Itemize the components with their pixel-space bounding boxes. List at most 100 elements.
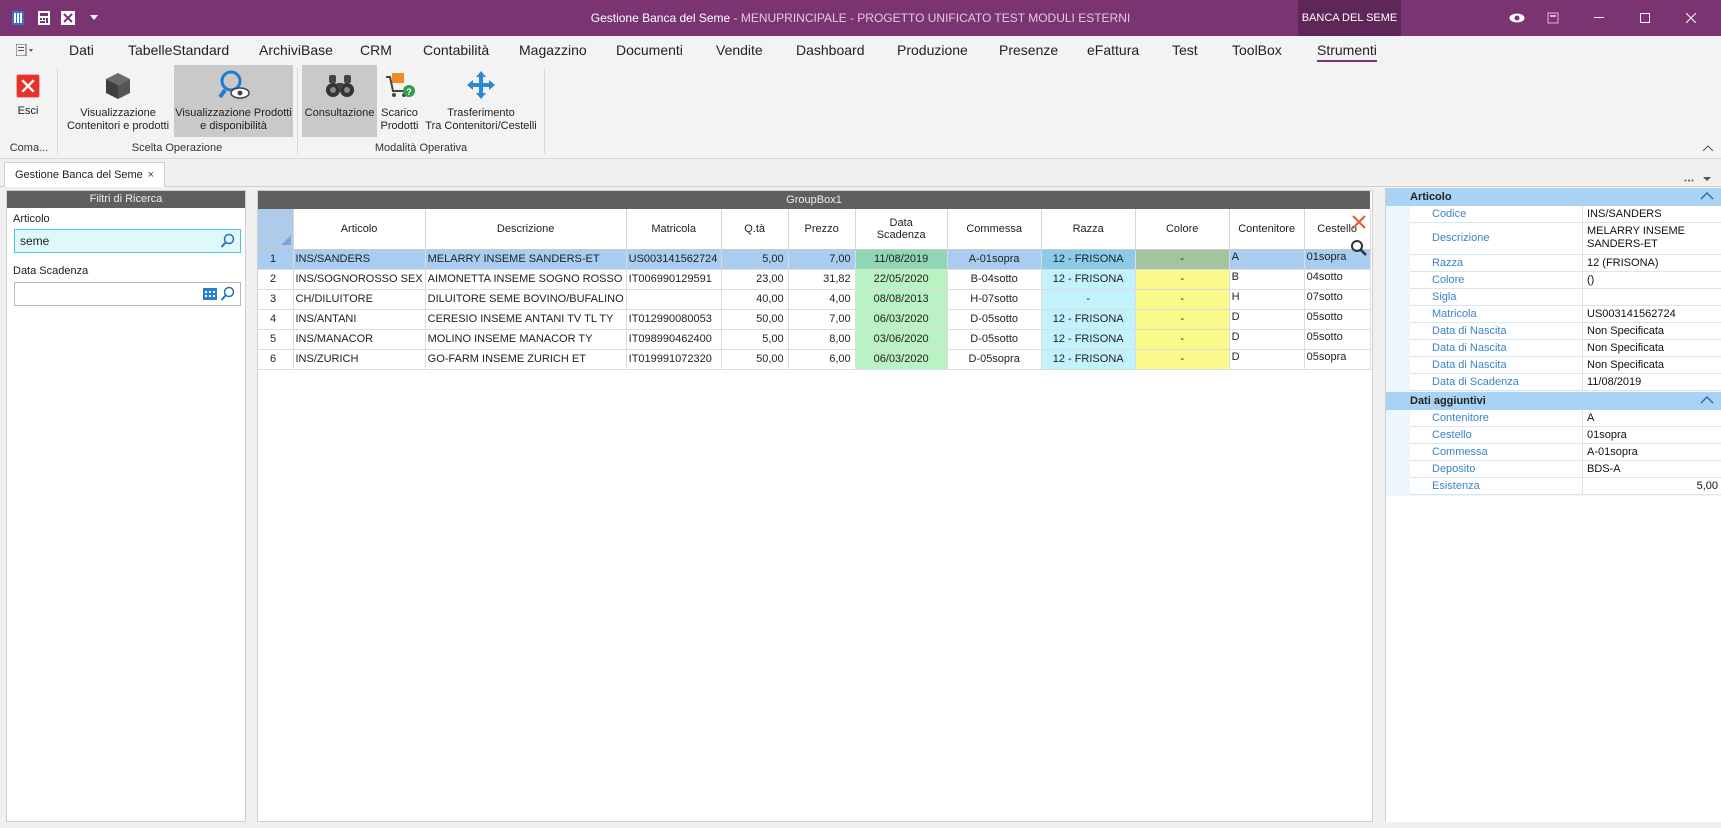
more-options-icon[interactable] (1684, 171, 1694, 185)
cell-contenitore[interactable]: B (1229, 269, 1305, 290)
property-value[interactable]: BDS-A (1584, 461, 1721, 477)
table-row[interactable]: 5 INS/MANACOR MOLINO INSEME MANACOR TY I… (258, 329, 1371, 350)
esci-button[interactable]: Esci (8, 65, 48, 137)
property-row[interactable]: Data di Nascita Non Specificata (1410, 340, 1721, 357)
cell-razza[interactable]: - (1041, 289, 1136, 310)
property-value[interactable]: Non Specificata (1584, 340, 1721, 356)
cell-prezzo[interactable]: 8,00 (788, 329, 856, 350)
cell-articolo[interactable]: INS/SOGNOROSSO SEX (293, 269, 426, 290)
menu-contabilita[interactable]: Contabilità (423, 42, 489, 58)
menu-tabellestandard[interactable]: TabelleStandard (128, 42, 229, 58)
property-value[interactable]: A (1584, 410, 1721, 426)
cell-articolo[interactable]: INS/ANTANI (293, 309, 426, 330)
property-row[interactable]: Data di Scadenza 11/08/2019 (1410, 374, 1721, 391)
menu-strumenti[interactable]: Strumenti (1317, 42, 1377, 62)
chevron-up-icon[interactable] (1700, 394, 1714, 406)
close-icon[interactable] (1668, 0, 1714, 36)
property-value[interactable]: 01sopra (1584, 427, 1721, 443)
menu-produzione[interactable]: Produzione (897, 42, 968, 58)
cell-razza[interactable]: 12 - FRISONA (1041, 329, 1136, 350)
col-header-qta[interactable]: Q.tà (721, 209, 789, 250)
tab-close-icon[interactable]: × (148, 169, 154, 181)
menu-dati[interactable]: Dati (69, 42, 94, 58)
data-scadenza-input[interactable] (14, 282, 241, 306)
category-articolo[interactable]: Articolo (1386, 188, 1721, 206)
search-icon[interactable] (220, 286, 236, 302)
cell-colore[interactable]: - (1135, 309, 1230, 330)
property-row[interactable]: Sigla (1410, 289, 1721, 306)
property-value[interactable]: Non Specificata (1584, 323, 1721, 339)
cell-prezzo[interactable]: 7,00 (788, 309, 856, 330)
property-row[interactable]: Deposito BDS-A (1410, 461, 1721, 478)
cell-qta[interactable]: 40,00 (721, 289, 789, 310)
table-row[interactable]: 3 CH/DILUITORE DILUITORE SEME BOVINO/BUF… (258, 289, 1371, 310)
cell-prezzo[interactable]: 6,00 (788, 349, 856, 370)
cell-prezzo[interactable]: 7,00 (788, 249, 856, 270)
cell-contenitore[interactable]: D (1229, 349, 1305, 370)
cell-articolo[interactable]: INS/MANACOR (293, 329, 426, 350)
select-all-corner[interactable] (258, 209, 294, 250)
property-row[interactable]: Esistenza 5,00 (1410, 478, 1721, 495)
col-header-contenitore[interactable]: Contenitore (1229, 209, 1305, 250)
cell-qta[interactable]: 50,00 (721, 309, 789, 330)
cell-matricola[interactable]: IT012990080053 (626, 309, 722, 330)
trasferimento-button[interactable]: Trasferimento Tra Contenitori/Cestelli (424, 65, 538, 137)
property-row[interactable]: Cestello 01sopra (1410, 427, 1721, 444)
cell-commessa[interactable]: B-04sotto (947, 269, 1042, 290)
category-dati-aggiuntivi[interactable]: Dati aggiuntivi (1386, 392, 1721, 410)
property-value[interactable]: 12 (FRISONA) (1584, 255, 1721, 271)
menu-presenze[interactable]: Presenze (999, 42, 1058, 58)
property-value[interactable]: 5,00 (1584, 478, 1721, 494)
cell-descrizione[interactable]: CERESIO INSEME ANTANI TV TL TY (425, 309, 627, 330)
property-row[interactable]: Data di Nascita Non Specificata (1410, 357, 1721, 374)
cell-matricola[interactable] (626, 289, 722, 310)
menu-vendite[interactable]: Vendite (716, 42, 763, 58)
cell-colore[interactable]: - (1135, 249, 1230, 270)
menu-test[interactable]: Test (1172, 42, 1198, 58)
property-value[interactable]: Non Specificata (1584, 357, 1721, 373)
cell-razza[interactable]: 12 - FRISONA (1041, 269, 1136, 290)
property-value[interactable]: 11/08/2019 (1584, 374, 1721, 390)
cell-descrizione[interactable]: MELARRY INSEME SANDERS-ET (425, 249, 627, 270)
property-value[interactable]: US003141562724 (1584, 306, 1721, 322)
cell-razza[interactable]: 12 - FRISONA (1041, 309, 1136, 330)
cell-contenitore[interactable]: A (1229, 249, 1305, 270)
cell-razza[interactable]: 12 - FRISONA (1041, 249, 1136, 270)
cell-descrizione[interactable]: DILUITORE SEME BOVINO/BUFALINO (425, 289, 627, 310)
cell-scadenza[interactable]: 06/03/2020 (855, 309, 948, 330)
visualizzazione-prodotti-button[interactable]: Visualizzazione Prodotti e disponibilità (174, 65, 293, 137)
search-icon[interactable] (220, 233, 236, 249)
cell-contenitore[interactable]: D (1229, 309, 1305, 330)
property-row[interactable]: Razza 12 (FRISONA) (1410, 255, 1721, 272)
col-header-scadenza[interactable]: Data Scadenza (855, 209, 948, 250)
cell-articolo[interactable]: CH/DILUITORE (293, 289, 426, 310)
property-value[interactable]: MELARRY INSEME SANDERS-ET (1584, 223, 1721, 254)
col-header-razza[interactable]: Razza (1041, 209, 1136, 250)
table-row[interactable]: 6 INS/ZURICH GO-FARM INSEME ZURICH ET IT… (258, 349, 1371, 370)
cell-scadenza[interactable]: 08/08/2013 (855, 289, 948, 310)
cell-contenitore[interactable]: D (1229, 329, 1305, 350)
table-row[interactable]: 2 INS/SOGNOROSSO SEX AIMONETTA INSEME SO… (258, 269, 1371, 290)
menu-toolbox[interactable]: ToolBox (1232, 42, 1282, 58)
col-header-commessa[interactable]: Commessa (947, 209, 1042, 250)
cell-cestello[interactable]: 04sotto (1304, 269, 1371, 290)
col-header-matricola[interactable]: Matricola (626, 209, 722, 250)
cell-qta[interactable]: 5,00 (721, 329, 789, 350)
cell-cestello[interactable]: 07sotto (1304, 289, 1371, 310)
cell-commessa[interactable]: D-05sopra (947, 349, 1042, 370)
cell-colore[interactable]: - (1135, 269, 1230, 290)
clear-filter-icon[interactable] (1348, 211, 1370, 233)
cell-matricola[interactable]: US003141562724 (626, 249, 722, 270)
property-value[interactable]: A-01sopra (1584, 444, 1721, 460)
minimize-icon[interactable] (1576, 0, 1622, 36)
menu-documenti[interactable]: Documenti (616, 42, 683, 58)
scarico-prodotti-button[interactable]: ? Scarico Prodotti (377, 65, 422, 137)
property-row[interactable]: Matricola US003141562724 (1410, 306, 1721, 323)
restore-icon[interactable] (1530, 0, 1576, 36)
cell-prezzo[interactable]: 31,82 (788, 269, 856, 290)
cell-descrizione[interactable]: AIMONETTA INSEME SOGNO ROSSO (425, 269, 627, 290)
app-menu-icon[interactable] (15, 43, 36, 59)
cell-razza[interactable]: 12 - FRISONA (1041, 349, 1136, 370)
cell-commessa[interactable]: D-05sotto (947, 309, 1042, 330)
cell-qta[interactable]: 23,00 (721, 269, 789, 290)
